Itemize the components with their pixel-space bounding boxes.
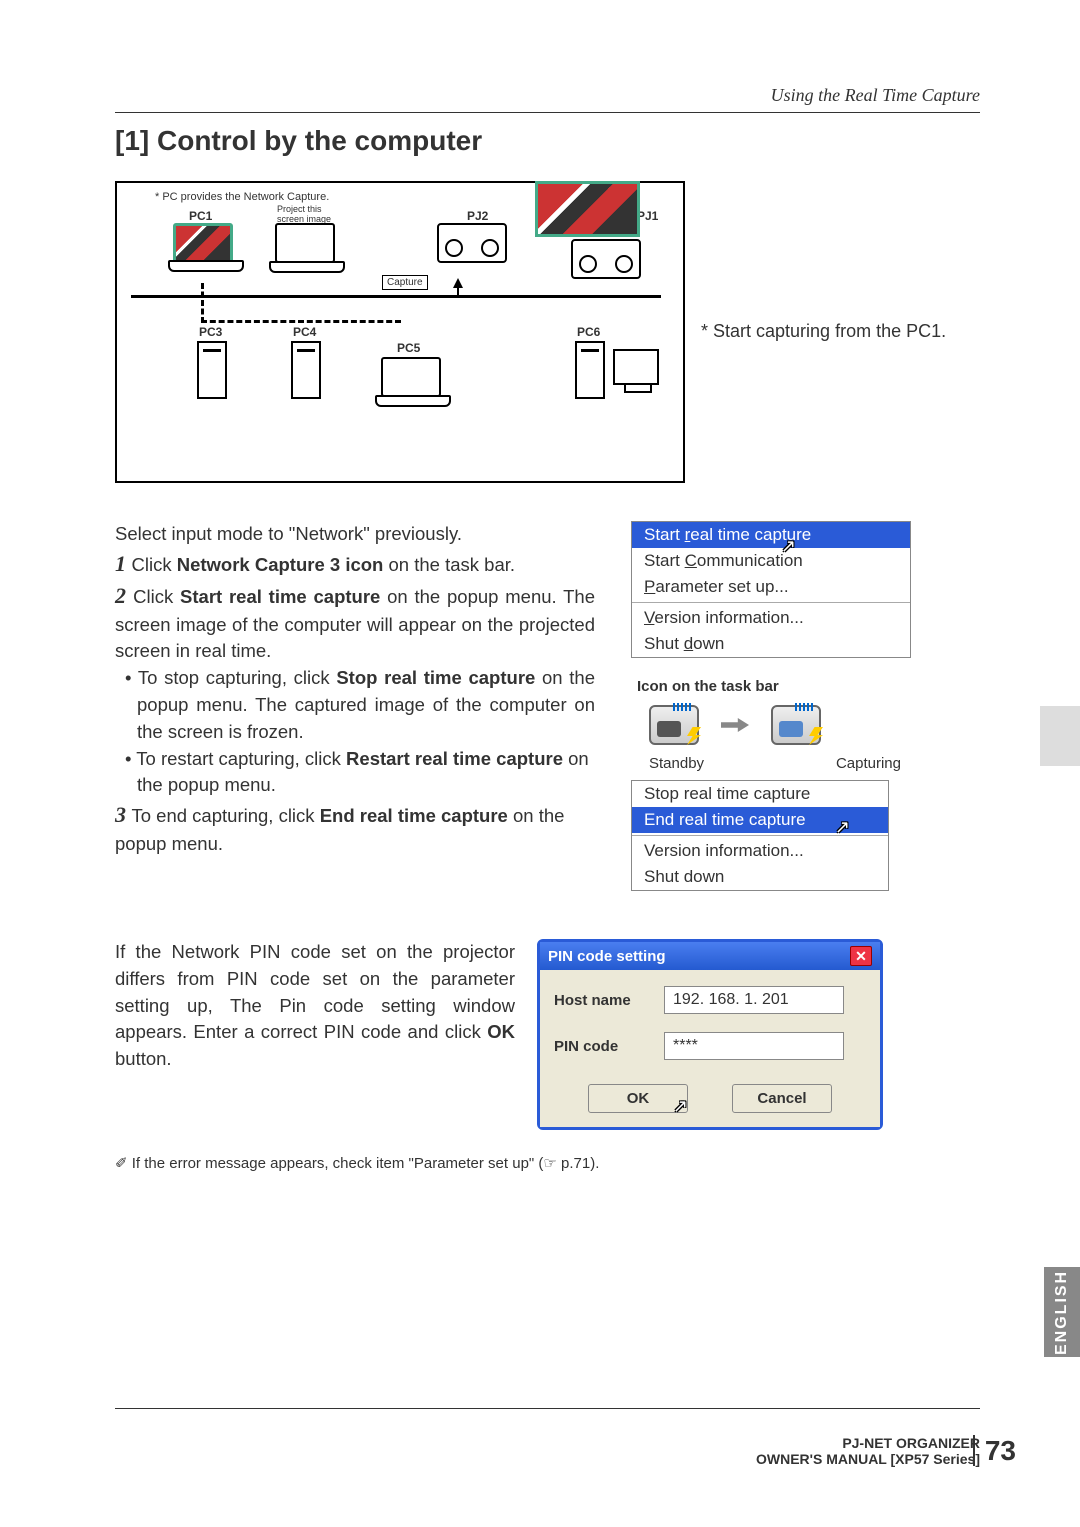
step-1: 1 Click Network Capture 3 icon on the ta…: [115, 548, 595, 580]
menu-version-info-2[interactable]: Version information...: [632, 838, 888, 864]
right-column: Start real time capture Start Communicat…: [631, 521, 921, 891]
pin-input-row: PIN code ****: [554, 1032, 866, 1060]
menu-parameter-setup[interactable]: Parameter set up...: [632, 574, 910, 600]
step-3: 3 To end capturing, click End real time …: [115, 799, 595, 858]
pj1-projector-icon: [571, 239, 641, 279]
menu-start-communication[interactable]: Start Communication: [632, 548, 910, 574]
network-diagram-row: * PC provides the Network Capture. PC1 P…: [115, 181, 980, 483]
pc3-label: PC3: [199, 323, 222, 341]
page-number: 73: [973, 1435, 1016, 1467]
host-field[interactable]: 192. 168. 1. 201: [664, 986, 844, 1014]
capturing-icon: [771, 705, 821, 745]
taskbar-title: Icon on the task bar: [637, 678, 921, 695]
icon-labels: Standby Capturing: [631, 749, 921, 772]
cursor-icon-3: [670, 1096, 688, 1116]
dialog-buttons: OK Cancel: [554, 1078, 866, 1113]
dialog-body: Host name 192. 168. 1. 201 PIN code ****…: [540, 970, 880, 1127]
dialog-titlebar: PIN code setting ✕: [540, 942, 880, 970]
instruction-text: Select input mode to "Network" previousl…: [115, 521, 595, 891]
dialog-title-text: PIN code setting: [548, 948, 666, 965]
menu-version-info[interactable]: Version information...: [632, 605, 910, 631]
network-diagram: * PC provides the Network Capture. PC1 P…: [115, 181, 685, 483]
manual-page: Using the Real Time Capture [1] Control …: [0, 0, 1080, 1527]
pc-blank-laptop-icon: [275, 223, 335, 263]
pc6-monitor-icon: [613, 349, 659, 385]
instructions-row: Select input mode to "Network" previousl…: [115, 521, 980, 891]
pin-label: PIN code: [554, 1038, 654, 1055]
section-title: [1] Control by the computer: [115, 125, 980, 157]
cursor-icon-2: [832, 817, 850, 837]
footer-line1: PJ-NET ORGANIZER: [842, 1435, 980, 1451]
host-row: Host name 192. 168. 1. 201: [554, 986, 866, 1014]
bullet-stop: • To stop capturing, click Stop real tim…: [115, 665, 595, 745]
standby-icon: [649, 705, 699, 745]
cursor-icon: [778, 536, 796, 556]
footer-line2: OWNER'S MANUAL [XP57 Series]: [756, 1451, 980, 1467]
pc3-tower-icon: [197, 341, 227, 399]
taskbar-icon-row: [631, 701, 921, 749]
pj1-label: PJ1: [637, 207, 658, 225]
diagram-side-note: * Start capturing from the PC1.: [685, 181, 946, 342]
bullet-restart: • To restart capturing, click Restart re…: [115, 746, 595, 800]
step-2: 2 Click Start real time capture on the p…: [115, 580, 595, 666]
pc4-label: PC4: [293, 323, 316, 341]
pc4-tower-icon: [291, 341, 321, 399]
diagram-note: * PC provides the Network Capture.: [155, 191, 329, 203]
pc5-label: PC5: [397, 339, 420, 357]
right-margin-tab: [1040, 706, 1080, 766]
pin-code-dialog: PIN code setting ✕ Host name 192. 168. 1…: [537, 939, 883, 1130]
standby-label: Standby: [649, 755, 704, 772]
top-rule: [115, 112, 980, 113]
menu-divider: [632, 602, 910, 603]
arrow-up-icon: [453, 278, 463, 288]
menu-stop-realtime[interactable]: Stop real time capture: [632, 781, 888, 807]
error-footnote: ✐ If the error message appears, check it…: [115, 1154, 980, 1172]
pc5-laptop-icon: [381, 357, 441, 397]
pin-description: If the Network PIN code set on the proje…: [115, 939, 515, 1073]
popup-menu-stop: Stop real time capture End real time cap…: [631, 780, 889, 891]
host-label: Host name: [554, 992, 654, 1009]
footer-rule: [115, 1408, 980, 1409]
popup-menu-start: Start real time capture Start Communicat…: [631, 521, 911, 658]
capture-flow-dashed: [201, 283, 401, 323]
pc6-label: PC6: [577, 323, 600, 341]
intro-line: Select input mode to "Network" previousl…: [115, 521, 595, 548]
menu-start-realtime[interactable]: Start real time capture: [632, 522, 910, 548]
cancel-button[interactable]: Cancel: [732, 1084, 832, 1113]
arrow-right-icon: [721, 718, 749, 732]
menu-shutdown-2[interactable]: Shut down: [632, 864, 888, 890]
pc6-tower-icon: [575, 341, 605, 399]
pc1-laptop-icon: [173, 223, 233, 263]
pin-row: If the Network PIN code set on the proje…: [115, 939, 980, 1130]
close-button[interactable]: ✕: [850, 946, 872, 966]
menu-shutdown[interactable]: Shut down: [632, 631, 910, 657]
language-tab: ENGLISH: [1044, 1267, 1080, 1357]
pj1-projected-screen: [535, 181, 640, 237]
footer-text: PJ-NET ORGANIZER OWNER'S MANUAL [XP57 Se…: [756, 1435, 980, 1467]
chapter-header: Using the Real Time Capture: [115, 85, 980, 106]
pj2-projector-icon: [437, 223, 507, 263]
pin-field[interactable]: ****: [664, 1032, 844, 1060]
capturing-label: Capturing: [836, 755, 901, 772]
